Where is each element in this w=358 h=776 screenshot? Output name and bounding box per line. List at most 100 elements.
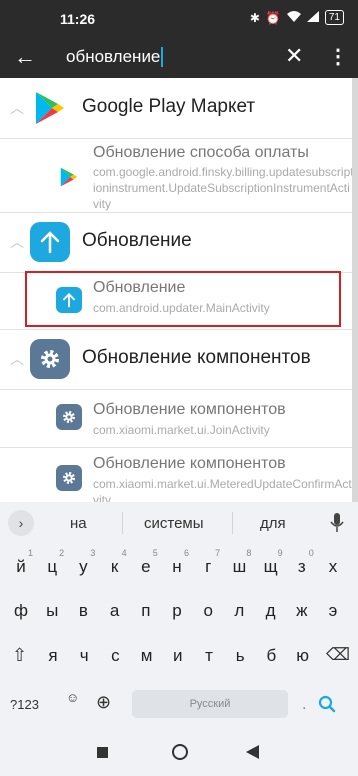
key[interactable]: и <box>165 639 191 673</box>
chevron-up-icon[interactable]: ︿ <box>10 232 24 252</box>
home-icon[interactable] <box>172 744 188 760</box>
key[interactable]: к4 <box>102 548 128 584</box>
key[interactable]: а <box>102 594 128 628</box>
gear-icon <box>56 404 82 430</box>
alarm-icon: ⏰ <box>265 10 281 25</box>
key[interactable]: й1 <box>8 548 34 584</box>
key-label: а <box>109 601 120 620</box>
symbols-key[interactable]: ?123 <box>10 697 39 712</box>
group-header-updater[interactable]: ︿ Обновление <box>0 212 352 272</box>
key-label: ф <box>14 601 28 620</box>
suggestion-2[interactable]: системы <box>144 515 204 532</box>
back-arrow-icon[interactable]: ← <box>14 44 36 70</box>
key[interactable]: н6 <box>164 548 190 584</box>
key[interactable]: т <box>196 639 222 673</box>
suggestion-1[interactable]: на <box>70 515 87 532</box>
globe-icon[interactable]: ⊕ <box>96 692 111 713</box>
key[interactable]: у3 <box>70 548 96 584</box>
key[interactable]: м <box>134 639 160 673</box>
key[interactable]: ы <box>39 594 65 628</box>
updater-icon <box>30 222 70 262</box>
key[interactable]: д <box>258 594 284 628</box>
key[interactable]: я <box>40 639 66 673</box>
activity-item[interactable]: Обновление компонентов com.xiaomi.market… <box>0 447 352 502</box>
key[interactable]: щ9 <box>258 548 284 584</box>
key-hint: 2 <box>59 548 65 558</box>
key[interactable]: о <box>195 594 221 628</box>
backspace-icon[interactable]: ⌫ <box>326 645 350 665</box>
activity-item[interactable]: Обновление компонентов com.xiaomi.market… <box>0 389 352 446</box>
google-play-icon <box>30 88 70 128</box>
status-icons: ✱ ⏰ 71 <box>250 10 344 25</box>
key-label: я <box>48 646 58 665</box>
key[interactable]: с <box>102 639 128 673</box>
key-label: п <box>141 601 151 620</box>
key-label: ч <box>79 646 89 665</box>
key-hint: 9 <box>277 548 283 558</box>
key[interactable]: в <box>70 594 96 628</box>
shift-icon[interactable]: ⇧ <box>12 645 27 666</box>
activity-name: Обновление компонентов <box>93 455 286 472</box>
selection-highlight <box>25 271 341 327</box>
key-label: г <box>205 557 212 576</box>
key-label: й <box>16 557 26 576</box>
key[interactable]: е5 <box>133 548 159 584</box>
key-hint: 7 <box>215 548 221 558</box>
space-bar[interactable]: Русский <box>132 690 288 718</box>
key[interactable]: п <box>133 594 159 628</box>
key-hint: 3 <box>90 548 96 558</box>
group-title: Обновление <box>82 230 192 251</box>
key-label: ь <box>235 646 245 665</box>
key[interactable]: ж <box>289 594 315 628</box>
key[interactable]: б <box>258 639 284 673</box>
key-label: ы <box>46 601 59 620</box>
search-bar: ← обновление ✕ ⋮ <box>0 38 358 78</box>
chevron-right-icon[interactable]: › <box>8 510 34 536</box>
key-label: о <box>203 601 213 620</box>
wifi-icon <box>286 10 301 25</box>
key[interactable]: г7 <box>195 548 221 584</box>
search-icon[interactable] <box>318 695 336 718</box>
key[interactable]: р <box>164 594 190 628</box>
key-label: б <box>266 646 277 665</box>
key-label: с <box>111 646 120 665</box>
key-label: м <box>140 646 153 665</box>
navigation-bar <box>0 730 358 776</box>
scrollbar[interactable] <box>352 78 358 502</box>
bluetooth-icon: ✱ <box>249 10 260 25</box>
key[interactable]: ф <box>8 594 34 628</box>
key[interactable]: ю <box>290 639 316 673</box>
activity-item[interactable]: Обновление способа оплаты com.google.and… <box>0 138 352 212</box>
search-input[interactable]: обновление <box>66 47 164 67</box>
key-label: ю <box>296 646 309 665</box>
mic-icon[interactable] <box>330 512 344 539</box>
key[interactable]: ц2 <box>39 548 65 584</box>
key[interactable]: х <box>320 550 346 584</box>
key-label: у <box>79 557 88 576</box>
key[interactable]: ч <box>71 639 97 673</box>
key-label: ш <box>232 557 247 576</box>
key[interactable]: з0 <box>289 548 315 584</box>
group-header-components[interactable]: ︿ Обновление компонентов <box>0 329 352 389</box>
key[interactable]: ш8 <box>226 548 252 584</box>
activity-name: Обновление способа оплаты <box>93 144 309 161</box>
key-label: л <box>234 601 245 620</box>
key[interactable]: ь <box>227 639 253 673</box>
status-bar: 11:26 ✱ ⏰ 71 <box>0 0 358 38</box>
emoji-icon[interactable]: ☺ <box>66 690 79 705</box>
key-label: щ <box>263 557 278 576</box>
key-label: р <box>172 601 182 620</box>
key-label: и <box>173 646 183 665</box>
suggestion-3[interactable]: для <box>260 515 286 532</box>
key-hint: 1 <box>27 548 33 558</box>
key[interactable]: э <box>320 594 346 628</box>
group-header-google-play[interactable]: ︿ Google Play Маркет <box>0 78 352 138</box>
period-key[interactable]: . <box>302 696 306 714</box>
chevron-up-icon[interactable]: ︿ <box>10 98 24 118</box>
key[interactable]: л <box>226 594 252 628</box>
more-options-icon[interactable]: ⋮ <box>328 44 348 69</box>
back-triangle-icon[interactable] <box>246 745 259 764</box>
chevron-up-icon[interactable]: ︿ <box>10 349 24 369</box>
clear-icon[interactable]: ✕ <box>285 43 303 69</box>
recents-icon[interactable] <box>97 747 108 758</box>
